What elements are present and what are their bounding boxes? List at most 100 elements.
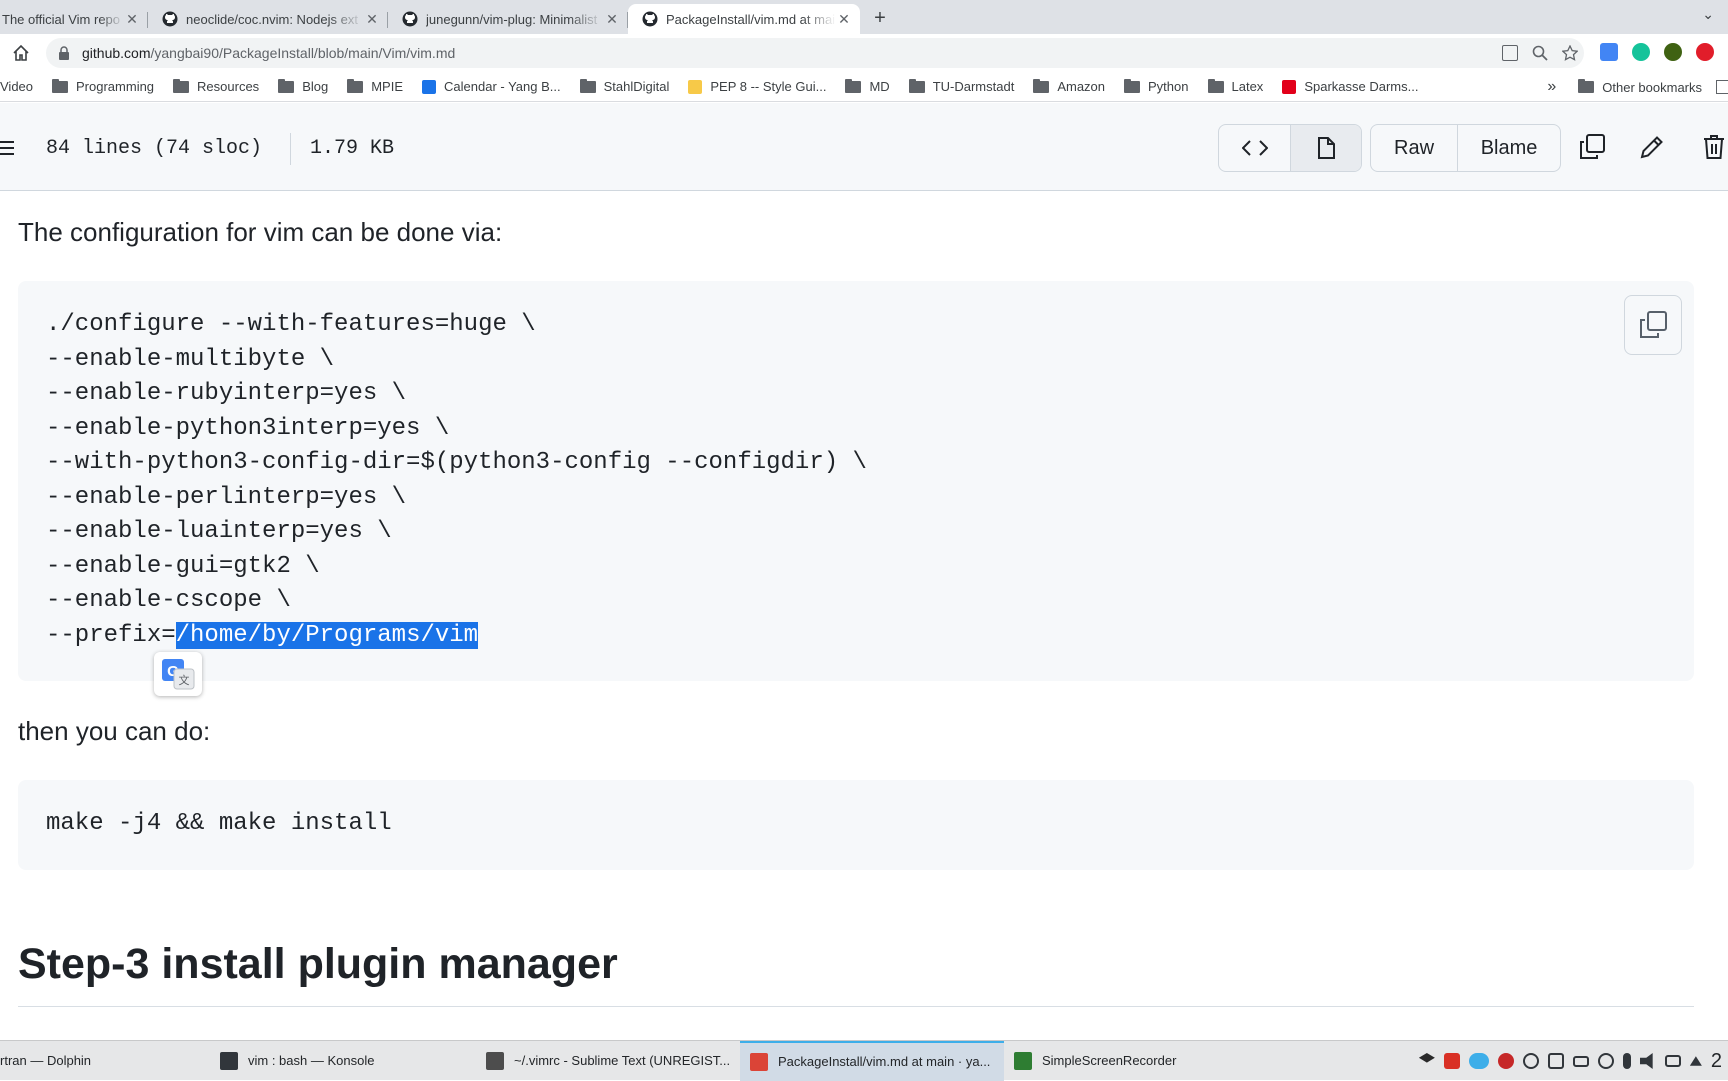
folder-icon	[579, 78, 596, 93]
browser-tab[interactable]: neoclide/coc.nvim: Nodejs ext ✕	[148, 4, 388, 34]
calendar-icon	[422, 79, 437, 94]
bookmark-item[interactable]: Blog	[278, 78, 328, 94]
delete-button[interactable]	[1698, 131, 1728, 163]
edit-button[interactable]	[1636, 131, 1668, 163]
bookmark-item[interactable]: Calendar - Yang B...	[422, 79, 561, 94]
taskbar-task[interactable]: vim : bash — Konsole	[210, 1041, 476, 1081]
translate-icon[interactable]	[1502, 45, 1518, 61]
tab-search-icon[interactable]: ⌄	[1702, 6, 1714, 23]
tab-title: The official Vim repo	[2, 11, 121, 27]
code-text[interactable]: make -j4 && make install	[46, 807, 392, 842]
mail-icon[interactable]	[1443, 1053, 1460, 1069]
bookmark-item[interactable]: Amazon	[1033, 78, 1106, 94]
bookmark-item[interactable]: Resources	[173, 78, 260, 94]
code-line: --enable-python3interp=yes \	[46, 414, 450, 442]
copy-icon	[1580, 134, 1605, 159]
bookmark-label: Calendar - Yang B...	[444, 79, 561, 94]
kdeconnect-icon[interactable]	[1522, 1053, 1539, 1069]
google-translate-popup-button[interactable]: G文	[154, 652, 202, 696]
folder-icon	[845, 78, 862, 93]
close-icon[interactable]: ✕	[604, 11, 620, 28]
bookmark-label: PEP 8 -- Style Gui...	[710, 79, 827, 94]
blame-button[interactable]: Blame	[1457, 125, 1560, 171]
task-label: rtran — Dolphin	[0, 1053, 92, 1068]
close-icon[interactable]: ✕	[124, 11, 140, 28]
copy-icon	[1640, 311, 1667, 338]
raw-blame-group: Raw Blame	[1370, 124, 1561, 172]
clock[interactable]: 2	[1711, 1050, 1722, 1073]
bookmarks-overflow-button[interactable]: »	[1547, 78, 1556, 96]
code-line: --with-python3-config-dir=$(python3-conf…	[46, 449, 867, 476]
code-text[interactable]: ./configure --with-features=huge \ --ena…	[46, 308, 867, 653]
adblock-extension-icon[interactable]	[1696, 43, 1714, 61]
bookmark-label: Latex	[1231, 79, 1264, 94]
new-tab-button[interactable]: +	[866, 4, 894, 32]
bookmark-item[interactable]: StahlDigital	[579, 78, 669, 94]
browser-tab-active[interactable]: PackageInstall/vim.md at main ✕	[628, 4, 860, 34]
folder-icon	[347, 78, 364, 93]
code-line: --prefix=	[46, 621, 176, 649]
cloud-icon[interactable]	[1468, 1053, 1489, 1069]
bookmark-item[interactable]: PEP 8 -- Style Gui...	[688, 79, 826, 94]
bookmark-label: TU-Darmstadt	[932, 79, 1015, 94]
close-icon[interactable]: ✕	[836, 11, 852, 28]
github-icon	[642, 11, 658, 27]
bookmark-star-icon[interactable]	[1562, 45, 1578, 61]
zoom-icon[interactable]	[1532, 45, 1548, 61]
reading-list-icon[interactable]	[1716, 80, 1728, 94]
system-tray: 2	[1418, 1041, 1728, 1081]
bookmark-label: Amazon	[1057, 79, 1106, 94]
bookmark-item[interactable]: Video	[0, 79, 33, 94]
copy-code-button[interactable]	[1624, 295, 1682, 355]
taskbar-task[interactable]: PackageInstall/vim.md at main · ya...	[740, 1040, 1004, 1081]
volume-icon[interactable]	[1639, 1053, 1653, 1069]
bookmark-item[interactable]: Programming	[52, 78, 154, 94]
app-icon	[750, 1052, 768, 1071]
extension-icon[interactable]	[1664, 43, 1682, 61]
address-bar[interactable]: github.com/yangbai90/PackageInstall/blob…	[46, 38, 1584, 68]
taskbar-task[interactable]: ~/.vimrc - Sublime Text (UNREGIST...	[476, 1041, 740, 1081]
folder-icon	[1124, 78, 1141, 93]
taskbar: rtran — Dolphin vim : bash — Konsole ~/.vi…	[0, 1040, 1728, 1081]
raw-button[interactable]: Raw	[1371, 125, 1457, 171]
grammarly-extension-icon[interactable]	[1632, 43, 1650, 61]
copy-raw-button[interactable]	[1576, 131, 1608, 163]
app-icon	[1014, 1051, 1032, 1070]
keyboard-icon[interactable]	[1572, 1055, 1589, 1067]
network-icon[interactable]	[1664, 1055, 1681, 1067]
home-button[interactable]	[8, 40, 34, 66]
bookmark-item[interactable]: Python	[1124, 78, 1189, 94]
browser-tab[interactable]: junegunn/vim-plug: Minimalist ✕	[388, 4, 628, 34]
paragraph: then you can do:	[18, 716, 211, 746]
folder-icon	[52, 78, 69, 93]
close-icon[interactable]: ✕	[364, 11, 380, 28]
taskbar-task[interactable]: rtran — Dolphin	[0, 1041, 210, 1081]
microphone-icon[interactable]	[1622, 1053, 1631, 1069]
code-view-button[interactable]	[1219, 125, 1290, 171]
recorder-icon[interactable]	[1497, 1053, 1514, 1069]
selected-text[interactable]: /home/by/Programs/vim	[175, 621, 479, 649]
tray-expand-icon[interactable]	[1689, 1056, 1702, 1066]
clipboard-icon[interactable]	[1547, 1053, 1564, 1069]
bookmark-label: Resources	[197, 79, 260, 94]
other-bookmarks[interactable]: Other bookmarks	[1578, 79, 1702, 95]
paragraph: The configuration for vim can be done vi…	[18, 217, 503, 247]
bookmark-label: Other bookmarks	[1602, 79, 1702, 95]
browser-tab[interactable]: The official Vim repo ✕	[0, 4, 148, 34]
bookmark-item[interactable]: TU-Darmstadt	[908, 78, 1015, 94]
bookmark-item[interactable]: Latex	[1207, 78, 1264, 94]
menu-icon[interactable]	[0, 140, 14, 156]
app-icon	[220, 1051, 238, 1070]
google-translate-extension-icon[interactable]	[1600, 43, 1618, 61]
preview-button[interactable]	[1290, 125, 1361, 171]
taskbar-task[interactable]: SimpleScreenRecorder	[1004, 1041, 1256, 1081]
bookmark-item[interactable]: MD	[845, 78, 890, 94]
bookmark-item[interactable]: MPIE	[347, 78, 403, 94]
folder-icon	[1033, 78, 1050, 93]
dropbox-icon[interactable]	[1418, 1053, 1435, 1063]
updates-icon[interactable]	[1597, 1053, 1614, 1069]
code-line: --enable-gui=gtk2 \	[46, 552, 320, 580]
app-icon	[486, 1051, 504, 1070]
bookmark-item[interactable]: Sparkasse Darms...	[1282, 79, 1418, 94]
folder-icon	[278, 78, 295, 93]
